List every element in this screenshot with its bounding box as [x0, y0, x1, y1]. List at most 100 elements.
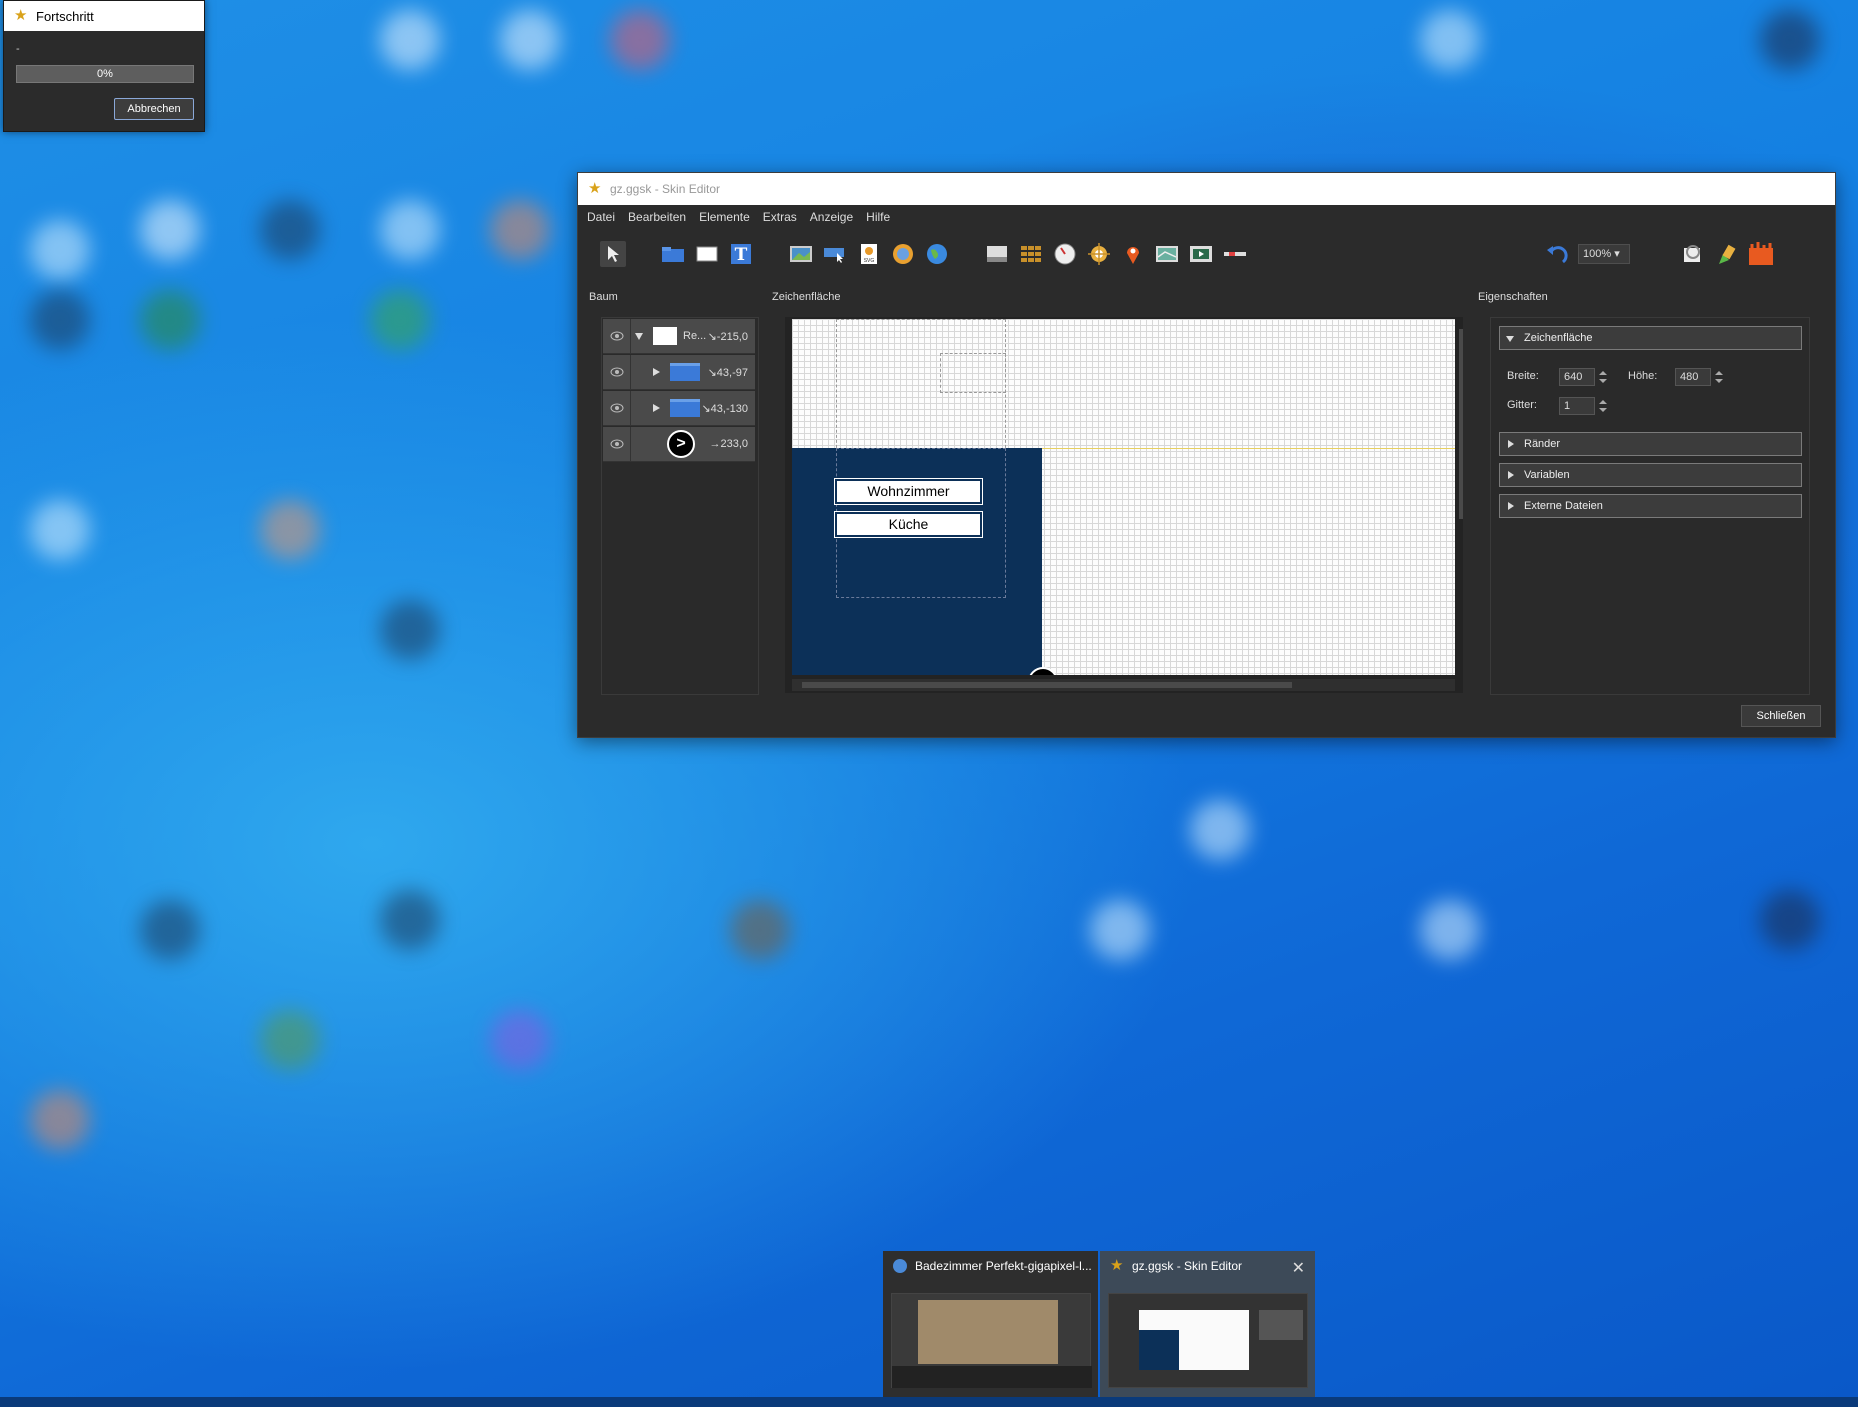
grid-tool-icon[interactable]: [1018, 241, 1044, 267]
video-tool-icon[interactable]: [1188, 241, 1214, 267]
map-tool-icon[interactable]: [1154, 241, 1180, 267]
window-thumbnail: [1108, 1293, 1308, 1388]
app-star-icon: [1110, 1256, 1126, 1274]
map-pin-tool-icon[interactable]: [1120, 241, 1146, 267]
canvas-panel-label: Zeichenfläche: [772, 291, 841, 303]
grid-spinbox[interactable]: 1: [1559, 397, 1607, 415]
spin-arrows-icon[interactable]: [1598, 369, 1608, 385]
taskbar-preview-header: gz.ggsk - Skin Editor ✕: [1100, 1251, 1315, 1281]
folder-node-icon: [670, 399, 700, 417]
spin-arrows-icon[interactable]: [1714, 369, 1724, 385]
progress-dialog: Fortschritt - 0% Abbrechen: [3, 0, 205, 132]
properties-panel: Zeichenfläche Breite: 640 Höhe: 480 Gitt…: [1490, 317, 1810, 695]
arrow-button-node-icon: >: [667, 430, 695, 458]
menu-extras[interactable]: Extras: [763, 210, 804, 224]
progress-dialog-titlebar[interactable]: Fortschritt: [4, 1, 204, 31]
width-value: 640: [1564, 371, 1583, 383]
close-button[interactable]: Schließen: [1741, 705, 1821, 727]
panel-tool-icon[interactable]: [984, 241, 1010, 267]
expand-down-icon[interactable]: [635, 332, 643, 340]
menu-datei[interactable]: Datei: [587, 210, 622, 224]
tree-row-label: Re...: [683, 330, 707, 342]
tree-row-coord: ↘-215,0: [707, 330, 748, 343]
paint-tool-icon[interactable]: [1714, 241, 1740, 267]
menubar: Datei Bearbeiten Elemente Extras Anzeige…: [578, 205, 1835, 229]
app-star-icon: [14, 6, 30, 24]
kueche-button[interactable]: Küche: [834, 511, 983, 538]
tree-row-coord: ↘43,-97: [707, 366, 748, 379]
menu-bearbeiten[interactable]: Bearbeiten: [628, 210, 693, 224]
hotspot-tool-icon[interactable]: [890, 241, 916, 267]
visibility-eye-icon[interactable]: [603, 426, 631, 462]
height-value: 480: [1680, 371, 1699, 383]
taskbar-preview[interactable]: Badezimmer Perfekt-gigapixel-l...: [883, 1251, 1098, 1397]
app-star-icon: [588, 179, 604, 197]
timeline-tool-icon[interactable]: [1222, 241, 1248, 267]
app-globe-icon: [893, 1259, 907, 1273]
expand-right-icon[interactable]: [653, 368, 660, 376]
tree-row[interactable]: > →233,0: [603, 426, 755, 462]
tree-panel: Re... ↘-215,0 ↘43,-97 ↘43,-130 > →233,0: [601, 317, 759, 695]
undo-icon[interactable]: [1544, 241, 1570, 267]
properties-panel-label: Eigenschaften: [1478, 291, 1548, 303]
svg-text:T: T: [735, 245, 748, 265]
tree-panel-label: Baum: [589, 291, 618, 303]
menu-elemente[interactable]: Elemente: [699, 210, 757, 224]
spin-arrows-icon[interactable]: [1598, 398, 1608, 414]
zeichenflaeche-section-header[interactable]: Zeichenfläche: [1499, 326, 1802, 350]
visibility-eye-icon[interactable]: [603, 354, 631, 390]
skin-preview-icon[interactable]: [1748, 241, 1774, 267]
raender-section-header[interactable]: Ränder: [1499, 432, 1802, 456]
taskbar-preview-title: Badezimmer Perfekt-gigapixel-l...: [915, 1259, 1092, 1273]
grid-label: Gitter:: [1507, 399, 1537, 411]
skin-editor-window: gz.ggsk - Skin Editor Datei Bearbeiten E…: [577, 172, 1836, 738]
height-label: Höhe:: [1628, 370, 1658, 382]
preview-search-icon[interactable]: [1680, 241, 1706, 267]
taskbar-preview[interactable]: gz.ggsk - Skin Editor ✕: [1100, 1251, 1315, 1397]
tree-row-coord: ↘43,-130: [701, 402, 748, 415]
height-spinbox[interactable]: 480: [1675, 368, 1723, 386]
tree-row[interactable]: Re... ↘-215,0: [603, 318, 755, 354]
variablen-section-header[interactable]: Variablen: [1499, 463, 1802, 487]
expand-right-icon[interactable]: [653, 404, 660, 412]
text-tool-icon[interactable]: T: [728, 241, 754, 267]
wohnzimmer-button[interactable]: Wohnzimmer: [834, 478, 983, 505]
tree-row[interactable]: ↘43,-130: [603, 390, 755, 426]
zoom-value: 100%: [1583, 248, 1612, 260]
grid-value: 1: [1564, 400, 1571, 412]
compass-tool-icon[interactable]: [1052, 241, 1078, 267]
crosshair-tool-icon[interactable]: [1086, 241, 1112, 267]
width-label: Breite:: [1507, 370, 1539, 382]
visibility-eye-icon[interactable]: [603, 318, 631, 354]
svg-text:SVG: SVG: [864, 258, 875, 264]
horizontal-scrollbar[interactable]: [792, 679, 1455, 691]
rectangle-node-icon: [653, 327, 677, 345]
visibility-eye-icon[interactable]: [603, 390, 631, 426]
close-icon[interactable]: ✕: [1292, 1258, 1305, 1278]
button-tool-icon[interactable]: [822, 241, 848, 267]
image-tool-icon[interactable]: [788, 241, 814, 267]
rectangle-tool-icon[interactable]: [694, 241, 720, 267]
taskbar-preview-header: Badezimmer Perfekt-gigapixel-l...: [883, 1251, 1098, 1281]
externe-dateien-section-header[interactable]: Externe Dateien: [1499, 494, 1802, 518]
progress-bar: 0%: [16, 65, 194, 83]
menu-hilfe[interactable]: Hilfe: [866, 210, 897, 224]
width-spinbox[interactable]: 640: [1559, 368, 1607, 386]
tree-row[interactable]: ↘43,-97: [603, 354, 755, 390]
menu-anzeige[interactable]: Anzeige: [810, 210, 860, 224]
drawing-grid[interactable]: Wohnzimmer Küche: [792, 319, 1455, 675]
globe-tool-icon[interactable]: [924, 241, 950, 267]
vertical-scrollbar[interactable]: [1459, 319, 1463, 675]
zoom-dropdown[interactable]: 100% ▾: [1578, 244, 1630, 264]
container-tool-icon[interactable]: [660, 241, 686, 267]
taskbar-preview-title: gz.ggsk - Skin Editor: [1132, 1259, 1243, 1273]
svg-tool-icon[interactable]: SVG: [856, 241, 882, 267]
folder-node-icon: [670, 363, 700, 381]
canvas-area: Wohnzimmer Küche: [785, 317, 1463, 693]
cancel-button[interactable]: Abbrechen: [114, 98, 194, 120]
select-tool-icon[interactable]: [600, 241, 626, 267]
window-thumbnail: [891, 1293, 1092, 1388]
toolbar: T SVG 100% ▾: [578, 229, 1835, 279]
progress-status: -: [16, 43, 20, 55]
editor-titlebar[interactable]: gz.ggsk - Skin Editor: [578, 173, 1835, 205]
